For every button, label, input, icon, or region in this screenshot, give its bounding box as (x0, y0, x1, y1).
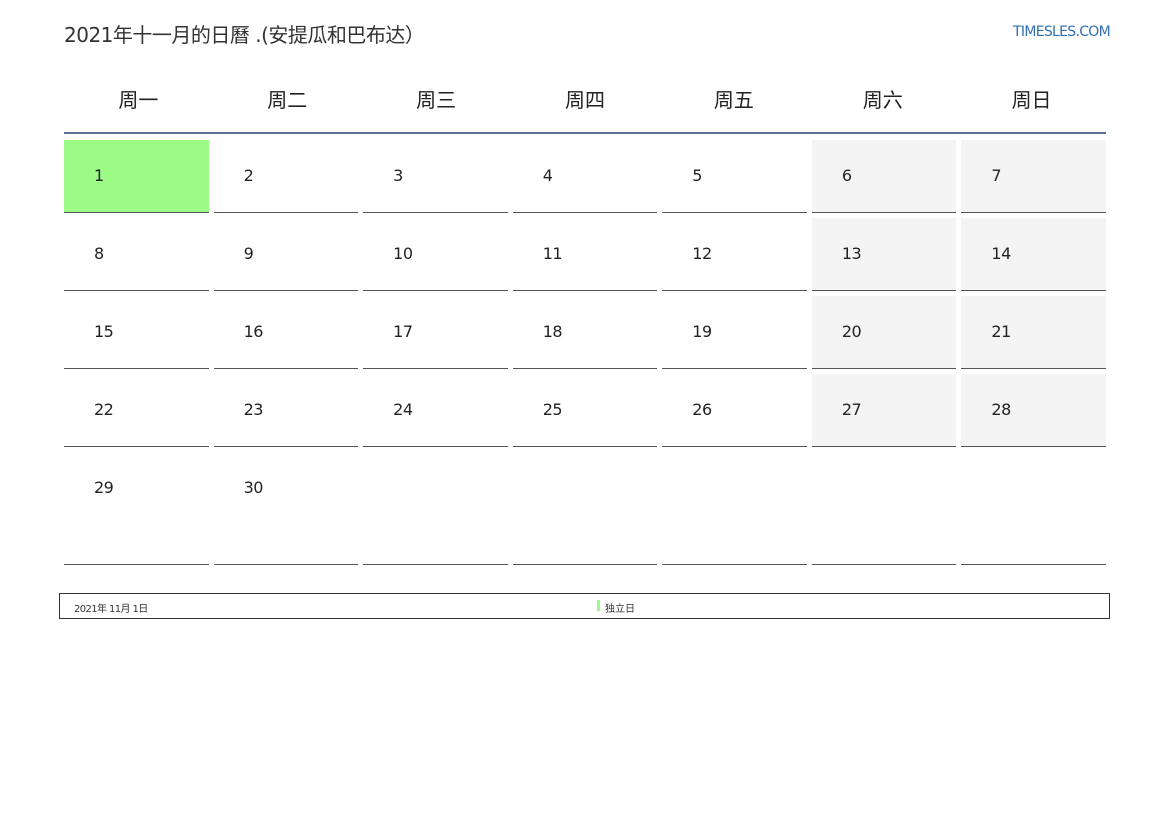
day-number: 27 (841, 400, 862, 419)
day-cell-weekend[interactable]: 21 (961, 296, 1106, 369)
day-cell[interactable]: 11 (512, 218, 658, 291)
day-number: 9 (243, 244, 254, 263)
weekday-wed: 周三 (416, 88, 457, 112)
day-number: 18 (542, 322, 563, 341)
day-number: 8 (94, 244, 104, 263)
day-number: 16 (243, 322, 264, 341)
holiday-color-marker (597, 600, 600, 611)
day-cell[interactable]: 3 (363, 140, 508, 213)
day-cell-empty (811, 452, 957, 565)
day-number: 17 (393, 322, 413, 341)
day-cell[interactable]: 25 (512, 374, 658, 447)
day-cell-weekend[interactable]: 6 (811, 140, 957, 213)
day-cell-weekend[interactable]: 14 (961, 218, 1106, 291)
week-row: 8 9 10 11 12 13 14 (64, 218, 1106, 291)
day-cell[interactable]: 23 (213, 374, 359, 447)
day-cell-holiday[interactable]: 1 (64, 140, 209, 213)
day-number: 29 (94, 478, 114, 497)
weekday-thu: 周四 (564, 88, 605, 112)
day-cell-weekend[interactable]: 28 (961, 374, 1106, 447)
day-cell[interactable]: 16 (213, 296, 359, 369)
day-number: 22 (94, 400, 114, 419)
day-number: 3 (393, 166, 403, 185)
month-grid: 1 2 3 4 5 6 7 8 9 10 11 12 13 14 15 16 1… (64, 140, 1106, 570)
week-row: 29 30 (64, 452, 1106, 565)
day-number: 6 (841, 166, 852, 185)
day-cell-weekend[interactable]: 27 (811, 374, 957, 447)
day-number: 7 (991, 166, 1002, 185)
day-cell[interactable]: 30 (213, 452, 359, 565)
day-number: 26 (692, 400, 712, 419)
holiday-legend: 2021年 11月 1日 独立日 (59, 593, 1110, 619)
day-number: 5 (692, 166, 702, 185)
day-number: 4 (542, 166, 553, 185)
day-cell-empty (512, 452, 658, 565)
day-cell[interactable]: 17 (363, 296, 508, 369)
holiday-date: 2021年 11月 1日 (74, 604, 148, 615)
weekday-tue: 周二 (267, 88, 308, 112)
day-number: 13 (841, 244, 862, 263)
weekday-fri: 周五 (713, 88, 754, 112)
day-number: 20 (841, 322, 862, 341)
weekday-header: 周一 周二 周三 周四 周五 周六 周日 (64, 82, 1106, 134)
day-number: 24 (393, 400, 413, 419)
day-cell[interactable]: 4 (512, 140, 658, 213)
day-number: 14 (991, 244, 1011, 263)
day-number: 10 (393, 244, 413, 263)
day-number: 30 (243, 478, 264, 497)
day-number: 25 (542, 400, 563, 419)
day-cell[interactable]: 24 (363, 374, 508, 447)
day-cell[interactable]: 12 (662, 218, 807, 291)
day-number: 11 (542, 244, 563, 263)
day-cell[interactable]: 29 (64, 452, 209, 565)
page-title: 2021年十一月的日曆 .(安提瓜和巴布达） (64, 23, 425, 47)
day-cell-empty (363, 452, 508, 565)
day-cell[interactable]: 2 (213, 140, 359, 213)
day-cell[interactable]: 9 (213, 218, 359, 291)
day-number: 12 (692, 244, 712, 263)
day-cell-empty (662, 452, 807, 565)
day-cell[interactable]: 15 (64, 296, 209, 369)
day-cell-weekend[interactable]: 13 (811, 218, 957, 291)
weekday-mon: 周一 (118, 88, 159, 112)
day-number: 2 (243, 166, 254, 185)
holiday-name: 独立日 (605, 604, 635, 615)
day-number: 23 (243, 400, 264, 419)
day-cell-weekend[interactable]: 20 (811, 296, 957, 369)
site-link[interactable]: TIMESLES.COM (1013, 24, 1111, 40)
week-row: 22 23 24 25 26 27 28 (64, 374, 1106, 447)
weekday-sun: 周日 (1011, 88, 1052, 112)
day-cell-empty (961, 452, 1106, 565)
day-number: 28 (991, 400, 1011, 419)
day-cell[interactable]: 26 (662, 374, 807, 447)
day-number: 1 (94, 166, 104, 185)
day-cell[interactable]: 5 (662, 140, 807, 213)
day-cell-weekend[interactable]: 7 (961, 140, 1106, 213)
day-cell[interactable]: 8 (64, 218, 209, 291)
week-row: 1 2 3 4 5 6 7 (64, 140, 1106, 213)
day-cell[interactable]: 22 (64, 374, 209, 447)
week-row: 15 16 17 18 19 20 21 (64, 296, 1106, 369)
weekday-sat: 周六 (862, 88, 903, 112)
day-cell[interactable]: 18 (512, 296, 658, 369)
day-number: 21 (991, 322, 1011, 341)
day-cell[interactable]: 19 (662, 296, 807, 369)
day-number: 15 (94, 322, 114, 341)
day-number: 19 (692, 322, 712, 341)
day-cell[interactable]: 10 (363, 218, 508, 291)
